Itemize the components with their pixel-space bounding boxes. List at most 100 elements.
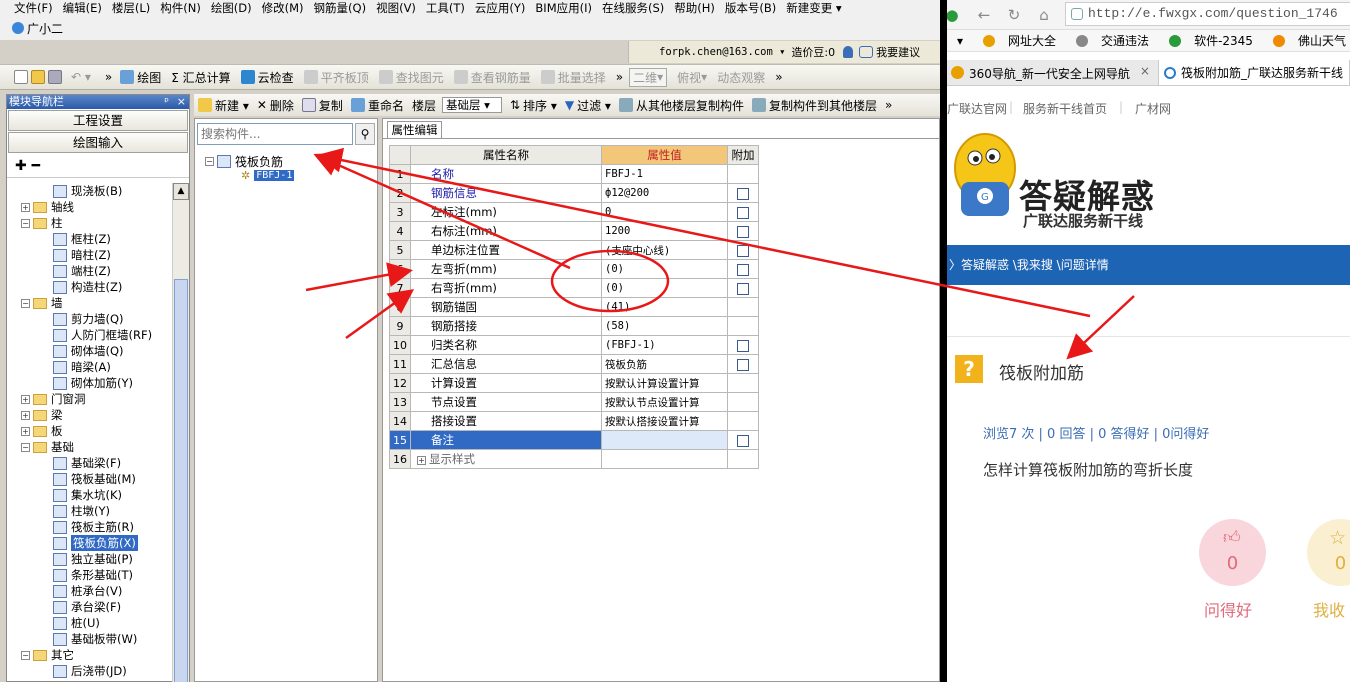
collapse-icon[interactable]: − xyxy=(205,157,214,166)
copy-to-floor-button[interactable]: 复制构件到其他楼层 xyxy=(751,97,877,114)
row-number[interactable]: 7 xyxy=(389,278,411,298)
browser-tab-360[interactable]: 360导航_新一代安全上网导航 × xyxy=(947,60,1159,85)
property-value[interactable]: 按默认计算设置计算 xyxy=(601,373,728,393)
menu-item[interactable]: 绘图(D) xyxy=(211,0,252,16)
sort-button[interactable]: ⇅ 排序 ▾ xyxy=(510,97,557,114)
property-name[interactable]: 备注 xyxy=(410,430,602,450)
collapse-icon[interactable]: − xyxy=(21,650,30,660)
property-name[interactable]: 钢筋信息 xyxy=(410,183,602,203)
expand-icon[interactable]: + xyxy=(21,394,30,404)
property-name[interactable]: 名称 xyxy=(410,164,602,184)
view-rebar-button[interactable]: 查看钢筋量 xyxy=(453,69,531,86)
table-row[interactable]: 14 搭接设置 按默认搭接设置计算 xyxy=(389,411,759,431)
tree-item[interactable]: 暗梁(A) xyxy=(53,359,111,375)
menu-item[interactable]: 编辑(E) xyxy=(63,0,102,16)
bell-icon[interactable] xyxy=(843,46,854,58)
tree-item[interactable]: 砌体加筋(Y) xyxy=(53,375,133,391)
suggest-link[interactable]: 我要建议 xyxy=(876,44,920,60)
table-row[interactable]: 4 右标注(mm) 1200 xyxy=(389,221,759,241)
property-name[interactable]: 计算设置 xyxy=(410,373,602,393)
subnav-home[interactable]: 服务新干线首页 xyxy=(1023,100,1107,117)
menu-item[interactable]: 版本号(B) xyxy=(725,0,776,16)
expand-icon[interactable]: + xyxy=(417,456,426,465)
menu-item[interactable]: 工具(T) xyxy=(426,0,465,16)
expand-icon[interactable]: + xyxy=(21,426,30,436)
project-settings-button[interactable]: 工程设置 xyxy=(8,110,188,131)
property-value[interactable]: ф12@200 xyxy=(601,183,728,203)
property-name[interactable]: 右标注(mm) xyxy=(410,221,602,241)
filter-button[interactable]: ▼ 过滤 ▾ xyxy=(565,97,611,114)
property-value[interactable]: 按默认节点设置计算 xyxy=(601,392,728,412)
attach-checkbox[interactable] xyxy=(737,434,749,447)
row-number[interactable]: 12 xyxy=(389,373,411,393)
tree-item[interactable]: 砌体墙(Q) xyxy=(53,343,124,359)
table-row[interactable]: 2 钢筋信息 ф12@200 xyxy=(389,183,759,203)
attach-checkbox[interactable] xyxy=(737,206,749,219)
draw-input-button[interactable]: 绘图输入 xyxy=(8,132,188,153)
row-number[interactable]: 14 xyxy=(389,411,411,431)
open-folder-icon[interactable] xyxy=(31,70,45,84)
menu-item[interactable]: 在线服务(S) xyxy=(602,0,664,16)
bookmark-item[interactable]: 软件-2345 xyxy=(1159,32,1253,49)
table-row[interactable]: 11 汇总信息 筏板负筋 xyxy=(389,354,759,374)
back-icon[interactable]: ← xyxy=(973,4,995,26)
nav-close-icon[interactable]: × xyxy=(177,95,186,109)
attach-checkbox[interactable] xyxy=(737,282,749,295)
tree-folder[interactable]: + 板 xyxy=(21,423,63,439)
property-value[interactable]: (FBFJ-1) xyxy=(601,335,728,355)
batch-select-button[interactable]: 批量选择 xyxy=(540,69,606,86)
flat-top-button[interactable]: 平齐板顶 xyxy=(303,69,369,86)
property-value[interactable]: (41) xyxy=(601,297,728,317)
top-view-button[interactable]: 俯视 ▾ xyxy=(677,69,707,86)
menu-item[interactable]: BIM应用(I) xyxy=(535,0,592,16)
tree-item[interactable]: 集水坑(K) xyxy=(53,487,122,503)
menu-item[interactable]: 云应用(Y) xyxy=(475,0,526,16)
property-name[interactable]: 归类名称 xyxy=(410,335,602,355)
table-row[interactable]: 15 备注 xyxy=(389,430,759,450)
tree-item[interactable]: 构造柱(Z) xyxy=(53,279,122,295)
row-number[interactable]: 2 xyxy=(389,183,411,203)
expand-icon[interactable]: + xyxy=(21,202,30,212)
tree-item[interactable]: 筏板负筋(X) xyxy=(53,535,138,551)
row-number[interactable]: 15 xyxy=(389,430,411,450)
row-number[interactable]: 8 xyxy=(389,297,411,317)
draw-button[interactable]: 绘图 xyxy=(120,69,161,86)
table-row[interactable]: 1 名称 FBFJ-1 xyxy=(389,164,759,184)
subnav-glodon[interactable]: 广联达官网 xyxy=(947,100,1007,117)
favorite-label[interactable]: 我收 xyxy=(1313,597,1345,621)
row-number[interactable]: 6 xyxy=(389,259,411,279)
property-value[interactable]: 筏板负筋 xyxy=(601,354,728,374)
table-row[interactable]: 3 左标注(mm) 0 xyxy=(389,202,759,222)
bookmark-menu-icon[interactable]: ▾ xyxy=(957,34,963,48)
table-row[interactable]: 16 + 显示样式 xyxy=(389,449,759,469)
search-input[interactable]: 搜索构件... xyxy=(197,123,353,145)
row-number[interactable]: 13 xyxy=(389,392,411,412)
property-value[interactable]: 按默认搭接设置计算 xyxy=(601,411,728,431)
tree-item[interactable]: 后浇带(JD) xyxy=(53,663,127,679)
table-row[interactable]: 5 单边标注位置 (支座中心线) xyxy=(389,240,759,260)
property-value[interactable]: (0) xyxy=(601,278,728,298)
property-name[interactable]: 钢筋锚固 xyxy=(410,297,602,317)
tab-property-edit[interactable]: 属性编辑 xyxy=(387,121,442,139)
comp-toolbar-more[interactable]: » xyxy=(885,98,892,112)
tab-close-icon[interactable]: × xyxy=(1140,64,1150,78)
tree-item[interactable]: 基础梁(F) xyxy=(53,455,121,471)
menu-item[interactable]: 文件(F) xyxy=(14,0,53,16)
tree-folder[interactable]: − 墙 xyxy=(21,295,63,311)
collapse-icon[interactable]: − xyxy=(21,218,30,228)
property-value[interactable]: (支座中心线) xyxy=(601,240,728,260)
browser-tab-answer[interactable]: 筏板附加筋_广联达服务新干线 xyxy=(1158,60,1350,85)
tree-item[interactable]: 框柱(Z) xyxy=(53,231,111,247)
table-row[interactable]: 7 右弯折(mm) (0) xyxy=(389,278,759,298)
expand-collapse-tools[interactable]: ✚ ━ xyxy=(7,154,189,178)
attach-checkbox[interactable] xyxy=(737,358,749,371)
summary-calc-button[interactable]: Σ 汇总计算 xyxy=(171,69,230,86)
tree-item[interactable]: 承台梁(F) xyxy=(53,599,121,615)
property-value[interactable]: 1200 xyxy=(601,221,728,241)
property-value[interactable]: FBFJ-1 xyxy=(601,164,728,184)
new-component-button[interactable]: 新建 ▾ xyxy=(198,97,249,114)
tree-item[interactable]: 剪力墙(Q) xyxy=(53,311,124,327)
toolbar-more-right[interactable]: » xyxy=(775,70,782,84)
search-icon[interactable]: ⚲ xyxy=(355,123,375,145)
tree-folder[interactable]: − 基础 xyxy=(21,439,74,455)
